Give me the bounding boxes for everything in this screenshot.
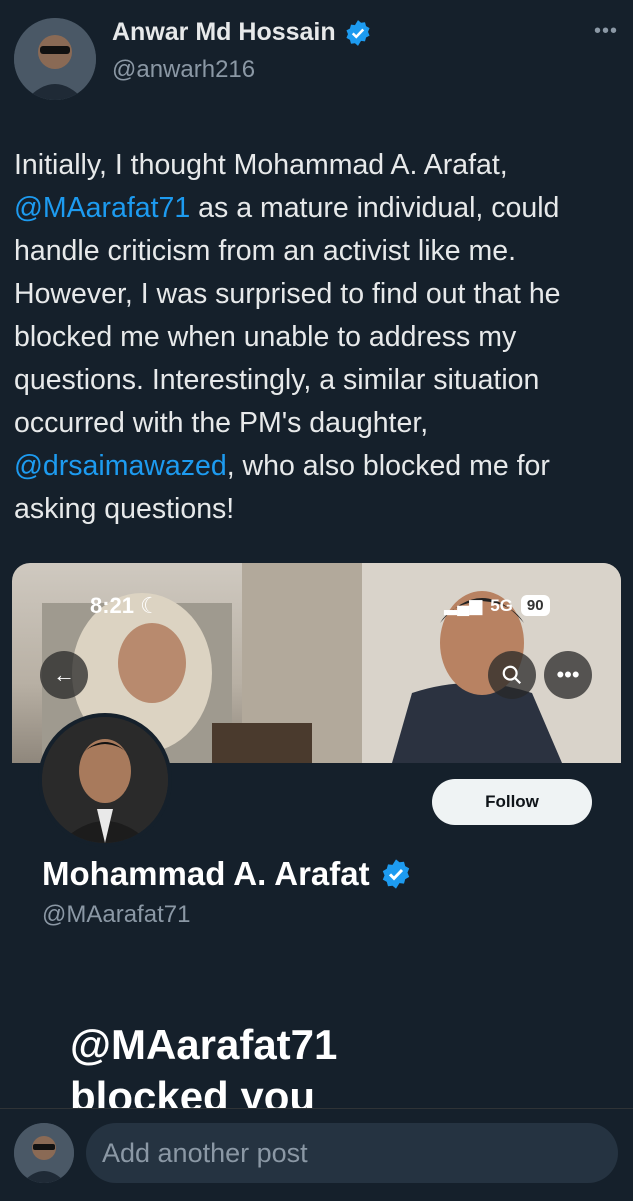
- mention-link[interactable]: @MAarafat71: [14, 192, 190, 224]
- signal-icon: ▂▄▆: [444, 595, 483, 615]
- tweet-text-part-1: Initially, I thought Mohammad A. Arafat,: [14, 149, 508, 181]
- author-handle[interactable]: @anwarh216: [112, 56, 255, 84]
- embedded-image[interactable]: 8:21 ☾ ▂▄▆ 5G 90 ← ••• Follow Mohammad A…: [12, 563, 621, 1109]
- status-time: 8:21 ☾: [90, 593, 160, 619]
- search-icon[interactable]: [488, 651, 536, 699]
- mention-link[interactable]: @drsaimawazed: [14, 450, 227, 482]
- network-label: 5G: [490, 595, 513, 615]
- follow-button[interactable]: Follow: [432, 779, 592, 825]
- author-avatar[interactable]: [14, 18, 96, 100]
- blocked-message: @MAarafat71 blocked you: [70, 1019, 337, 1109]
- reply-avatar[interactable]: [14, 1123, 74, 1183]
- overflow-icon[interactable]: •••: [544, 651, 592, 699]
- blocked-line-1: @MAarafat71: [70, 1021, 338, 1068]
- more-icon[interactable]: •••: [594, 20, 618, 43]
- profile-avatar[interactable]: [38, 713, 172, 847]
- moon-icon: ☾: [140, 593, 160, 618]
- tweet-text-part-2: as a mature individual, could handle cri…: [14, 192, 561, 439]
- back-arrow-icon[interactable]: ←: [40, 651, 88, 699]
- reply-input[interactable]: Add another post: [86, 1123, 618, 1183]
- verified-badge-icon: [344, 19, 372, 47]
- author-name-row[interactable]: Anwar Md Hossain: [112, 18, 372, 47]
- status-time-text: 8:21: [90, 593, 135, 618]
- blocked-line-2: blocked you: [70, 1073, 316, 1109]
- reply-bar: Add another post: [0, 1108, 633, 1201]
- profile-name: Mohammad A. Arafat: [42, 855, 370, 892]
- battery-icon: 90: [520, 595, 550, 616]
- profile-handle: @MAarafat71: [42, 901, 191, 928]
- profile-name-row: Mohammad A. Arafat: [42, 855, 412, 893]
- author-name[interactable]: Anwar Md Hossain: [112, 18, 336, 47]
- status-right: ▂▄▆ 5G 90: [444, 595, 550, 616]
- verified-badge-icon: [380, 858, 412, 890]
- tweet-text: Initially, I thought Mohammad A. Arafat,…: [14, 144, 619, 531]
